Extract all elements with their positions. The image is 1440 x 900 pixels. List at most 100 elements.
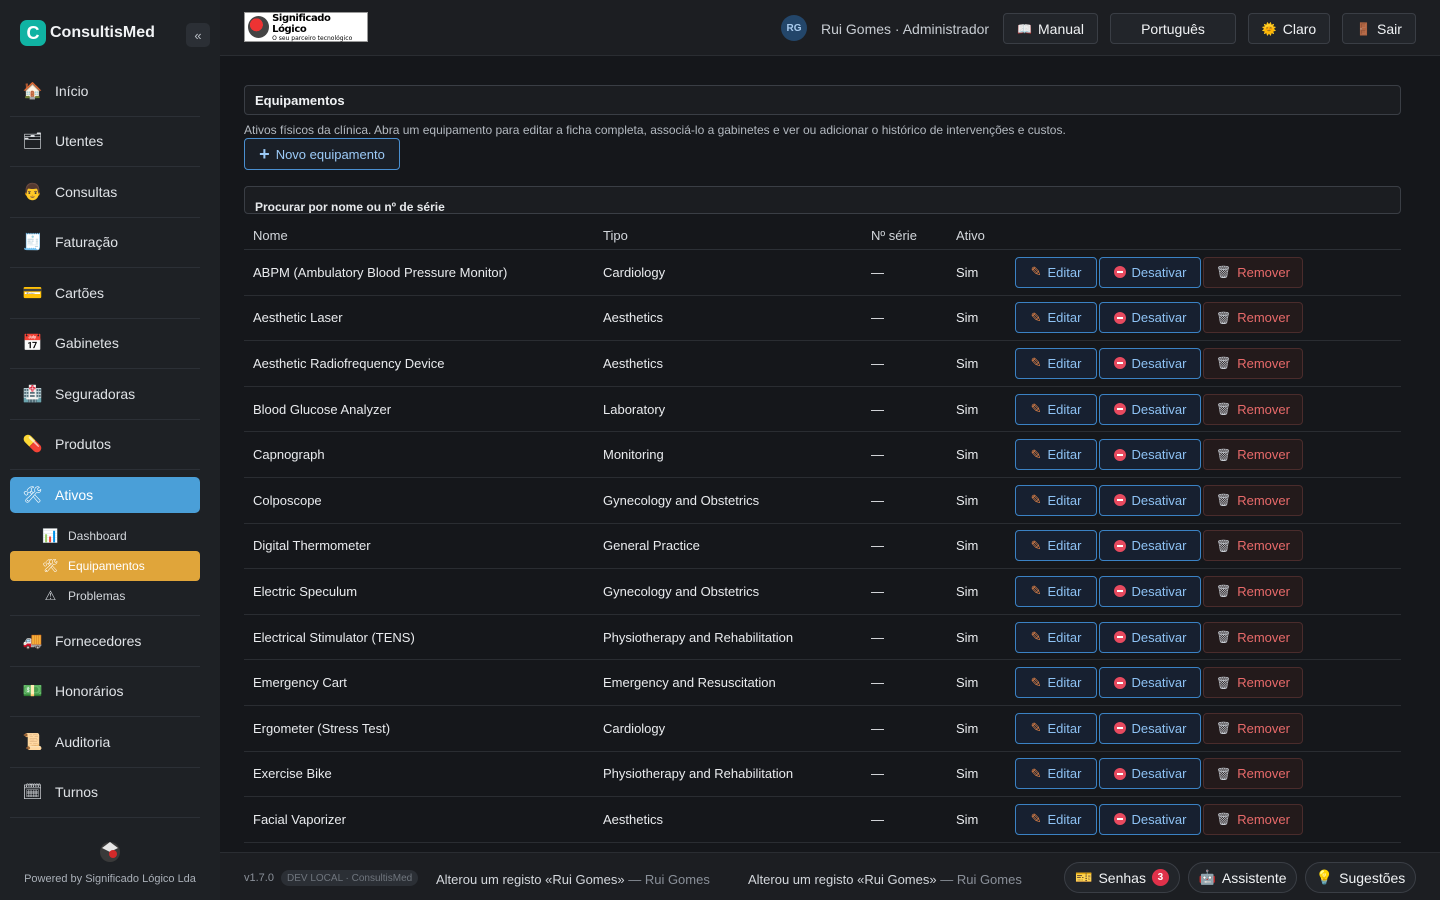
deactivate-button[interactable]: Desativar — [1099, 575, 1201, 607]
edit-button[interactable]: ✎ Editar — [1015, 758, 1097, 790]
header-active[interactable]: Ativo — [947, 228, 1015, 243]
deactivate-button[interactable]: Desativar — [1099, 439, 1201, 471]
remove-button[interactable]: 🗑 Remover — [1203, 256, 1303, 288]
sidebar-item-honorarios[interactable]: 💵 Honorários — [10, 667, 200, 717]
cell-name[interactable]: Facial Vaporizer — [244, 812, 594, 827]
table-row[interactable]: Emergency Cart Emergency and Resuscitatio… — [244, 660, 1401, 706]
user-avatar[interactable]: RG — [781, 15, 807, 41]
sidebar-item-faturacao[interactable]: 🧾 Faturação — [10, 218, 200, 268]
edit-button[interactable]: ✎ Editar — [1015, 302, 1097, 334]
edit-button[interactable]: ✎ Editar — [1015, 484, 1097, 516]
cell-name[interactable]: Electrical Stimulator (TENS) — [244, 630, 594, 645]
activity-log-entry[interactable]: Alterou um registo «Rui Gomes» — Rui Gom… — [436, 872, 710, 887]
remove-button[interactable]: 🗑 Remover — [1203, 667, 1303, 699]
edit-button[interactable]: ✎ Editar — [1015, 621, 1097, 653]
edit-button[interactable]: ✎ Editar — [1015, 803, 1097, 835]
remove-button[interactable]: 🗑 Remover — [1203, 621, 1303, 653]
deactivate-button[interactable]: Desativar — [1099, 758, 1201, 790]
remove-button[interactable]: 🗑 Remover — [1203, 347, 1303, 379]
search-box[interactable] — [244, 186, 1401, 214]
senhas-button[interactable]: 🎫 Senhas 3 — [1064, 862, 1180, 893]
logout-button[interactable]: 🚪 Sair — [1342, 13, 1416, 44]
edit-button[interactable]: ✎ Editar — [1015, 439, 1097, 471]
sidebar-item-gabinetes[interactable]: 📅 Gabinetes — [10, 319, 200, 369]
suggestions-button[interactable]: 💡 Sugestões — [1305, 862, 1416, 893]
cell-name[interactable]: ABPM (Ambulatory Blood Pressure Monitor) — [244, 265, 594, 280]
assistant-button[interactable]: 🤖 Assistente — [1188, 862, 1297, 893]
sidebar-item-auditoria[interactable]: 📜 Auditoria — [10, 717, 200, 768]
remove-button[interactable]: 🗑 Remover — [1203, 484, 1303, 516]
manual-button[interactable]: 📖 Manual — [1003, 13, 1098, 44]
cell-name[interactable]: Aesthetic Radiofrequency Device — [244, 356, 594, 371]
theme-button[interactable]: 🌞 Claro — [1248, 13, 1330, 44]
table-row[interactable]: Capnograph Monitoring — Sim ✎ Editar Desativar… — [244, 432, 1401, 478]
remove-button[interactable]: 🗑 Remover — [1203, 803, 1303, 835]
deactivate-button[interactable]: Desativar — [1099, 712, 1201, 744]
submenu-item-equipamentos[interactable]: 🛠 Equipamentos — [10, 551, 200, 581]
submenu-item-problemas[interactable]: ⚠ Problemas — [10, 581, 200, 611]
remove-button[interactable]: 🗑 Remover — [1203, 393, 1303, 425]
remove-button[interactable]: 🗑 Remover — [1203, 758, 1303, 790]
cell-name[interactable]: Digital Thermometer — [244, 538, 594, 553]
deactivate-button[interactable]: Desativar — [1099, 393, 1201, 425]
table-row[interactable]: Electric Speculum Gynecology and Obstetri… — [244, 569, 1401, 615]
activity-log-entry[interactable]: Alterou um registo «Rui Gomes» — Rui Gom… — [748, 872, 1022, 887]
remove-button[interactable]: 🗑 Remover — [1203, 302, 1303, 334]
deactivate-button[interactable]: Desativar — [1099, 347, 1201, 379]
deactivate-button[interactable]: Desativar — [1099, 302, 1201, 334]
cell-name[interactable]: Colposcope — [244, 493, 594, 508]
sidebar-item-produtos[interactable]: 💊 Produtos — [10, 420, 200, 470]
deactivate-button[interactable]: Desativar — [1099, 484, 1201, 516]
table-row[interactable]: Aesthetic Laser Aesthetics — Sim ✎ Editar Desa… — [244, 296, 1401, 342]
table-row[interactable]: Blood Glucose Analyzer Laboratory — Sim ✎ Edi… — [244, 387, 1401, 433]
edit-button[interactable]: ✎ Editar — [1015, 530, 1097, 562]
deactivate-button[interactable]: Desativar — [1099, 803, 1201, 835]
header-type[interactable]: Tipo — [594, 228, 862, 243]
table-row[interactable]: Digital Thermometer General Practice — Sim ✎… — [244, 524, 1401, 570]
sidebar-item-fornecedores[interactable]: 🚚 Fornecedores — [10, 616, 200, 667]
deactivate-button[interactable]: Desativar — [1099, 256, 1201, 288]
collapse-sidebar-button[interactable]: « — [186, 23, 210, 47]
edit-button[interactable]: ✎ Editar — [1015, 393, 1097, 425]
sidebar-item-consultas[interactable]: 👨 Consultas — [10, 167, 200, 218]
header-serial[interactable]: Nº série — [862, 228, 947, 243]
table-row[interactable]: Facial Vaporizer Aesthetics — Sim ✎ Editar Des… — [244, 797, 1401, 843]
edit-button[interactable]: ✎ Editar — [1015, 667, 1097, 699]
table-row[interactable]: Ergometer (Stress Test) Cardiology — Sim ✎ Ed… — [244, 706, 1401, 752]
remove-button[interactable]: 🗑 Remover — [1203, 575, 1303, 607]
table-row[interactable]: Aesthetic Radiofrequency Device Aesthetic… — [244, 341, 1401, 387]
cell-name[interactable]: Exercise Bike — [244, 766, 594, 781]
edit-button[interactable]: ✎ Editar — [1015, 712, 1097, 744]
table-row[interactable]: ABPM (Ambulatory Blood Pressure Monitor)… — [244, 250, 1401, 296]
remove-button[interactable]: 🗑 Remover — [1203, 712, 1303, 744]
cell-name[interactable]: Capnograph — [244, 447, 594, 462]
search-input[interactable] — [245, 187, 1400, 213]
sidebar-item-seguradoras[interactable]: 🏥 Seguradoras — [10, 369, 200, 420]
language-button[interactable]: Português — [1110, 13, 1236, 44]
table-row[interactable]: Electrical Stimulator (TENS) Physiotherap… — [244, 615, 1401, 661]
header-name[interactable]: Nome — [244, 228, 594, 243]
deactivate-button[interactable]: Desativar — [1099, 530, 1201, 562]
sidebar-item-inicio[interactable]: 🏠 Início — [10, 66, 200, 117]
cell-name[interactable]: Aesthetic Laser — [244, 310, 594, 325]
cell-name[interactable]: Blood Glucose Analyzer — [244, 402, 594, 417]
table-row[interactable]: Colposcope Gynecology and Obstetrics — Sim ✎… — [244, 478, 1401, 524]
sidebar-item-turnos[interactable]: 🗓 Turnos — [10, 768, 200, 818]
brand[interactable]: C ConsultisMed — [20, 20, 155, 46]
table-row[interactable]: Exercise Bike Physiotherapy and Rehabilit… — [244, 752, 1401, 798]
deactivate-button[interactable]: Desativar — [1099, 667, 1201, 699]
new-equipment-button[interactable]: + Novo equipamento — [244, 138, 400, 170]
edit-button[interactable]: ✎ Editar — [1015, 256, 1097, 288]
sidebar-item-utentes[interactable]: 🗂 Utentes — [10, 117, 200, 167]
cell-name[interactable]: Electric Speculum — [244, 584, 594, 599]
edit-button[interactable]: ✎ Editar — [1015, 575, 1097, 607]
remove-button[interactable]: 🗑 Remover — [1203, 530, 1303, 562]
submenu-item-dashboard[interactable]: 📊 Dashboard — [10, 521, 200, 551]
sidebar-item-ativos[interactable]: 🛠 Ativos — [10, 477, 200, 513]
deactivate-button[interactable]: Desativar — [1099, 621, 1201, 653]
remove-button[interactable]: 🗑 Remover — [1203, 439, 1303, 471]
cell-name[interactable]: Emergency Cart — [244, 675, 594, 690]
sidebar-item-cartoes[interactable]: 💳 Cartões — [10, 268, 200, 319]
cell-name[interactable]: Ergometer (Stress Test) — [244, 721, 594, 736]
edit-button[interactable]: ✎ Editar — [1015, 347, 1097, 379]
